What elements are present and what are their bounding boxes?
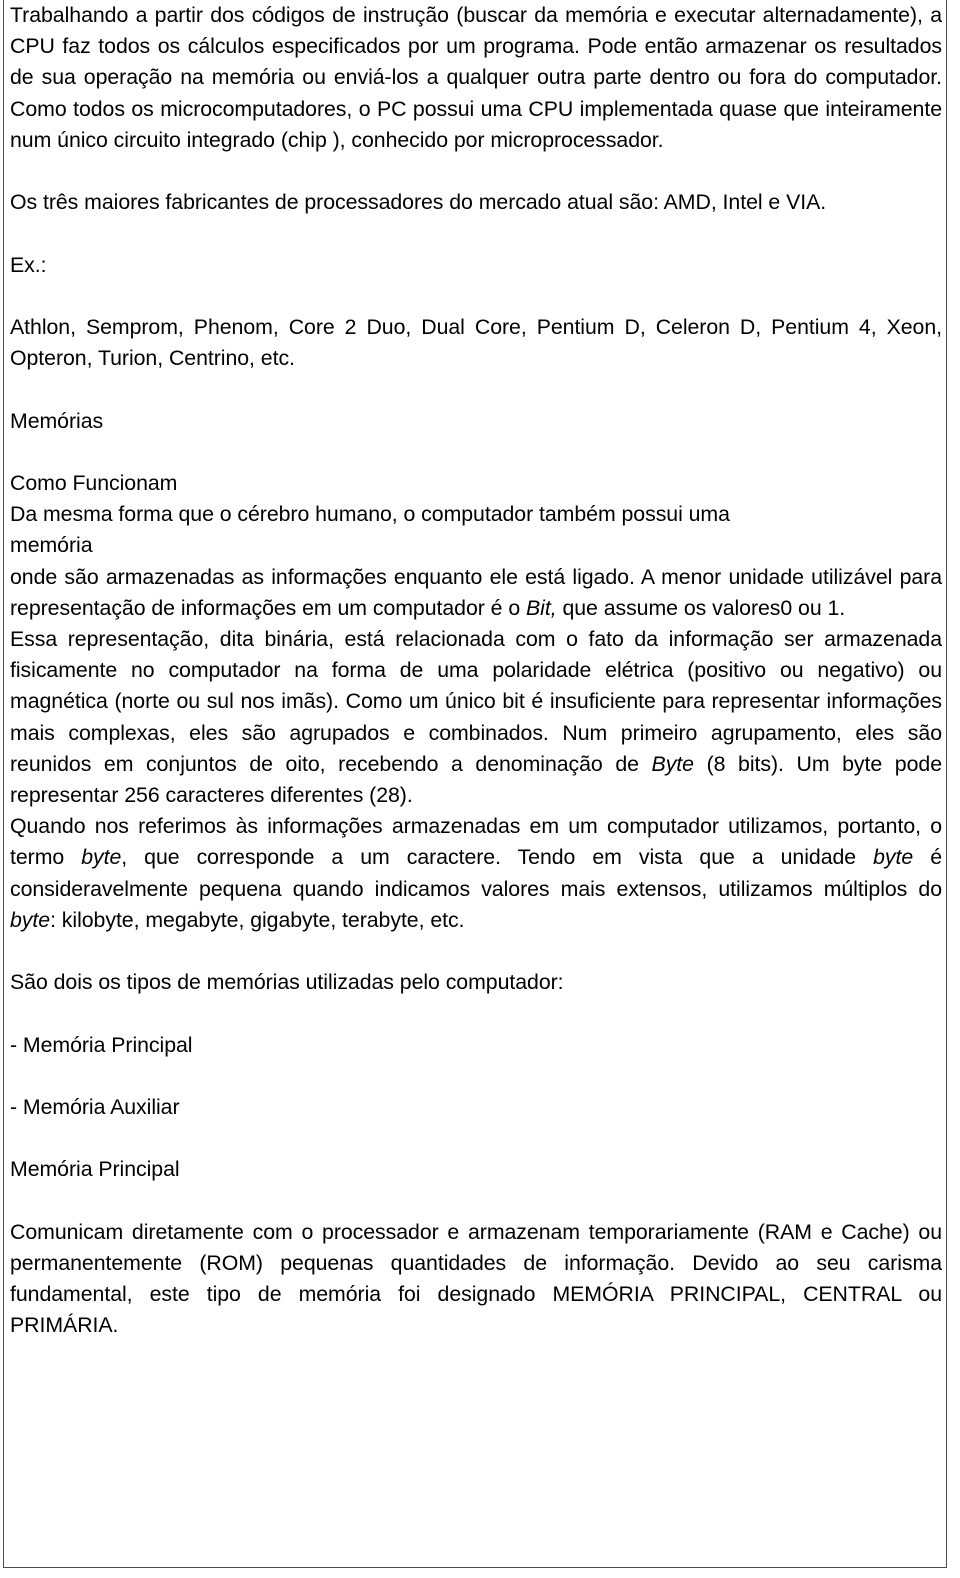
paragraph-memoria-word: memória <box>10 533 93 558</box>
text-run: : kilobyte, megabyte, gigabyte, terabyte… <box>50 907 465 932</box>
list-item-memoria-auxiliar: - Memória Auxiliar <box>10 1094 180 1119</box>
text-run: , que corresponde a um caractere. Tendo … <box>121 845 874 870</box>
paragraph-bit-definicao: onde são armazenadas as informações enqu… <box>10 562 942 624</box>
paragraph-exemplo-label: Ex.: <box>10 252 47 277</box>
heading-como-funcionam: Como Funcionam <box>10 470 178 495</box>
paragraph-memoria-cerebro: Da mesma forma que o cérebro humano, o c… <box>10 502 730 527</box>
paragraph-memoria-principal-descricao: Comunicam diretamente com o processador … <box>10 1219 954 1338</box>
paragraph-byte-multiplos: Quando nos referimos às informações arma… <box>10 811 942 936</box>
emphasis-byte: byte <box>10 907 51 932</box>
text-run: que assume os valores0 ou 1. <box>556 595 846 620</box>
emphasis-bit: Bit, <box>526 595 557 620</box>
heading-memoria-principal: Memória Principal <box>10 1157 180 1182</box>
document-page: Trabalhando a partir dos códigos de inst… <box>0 0 960 1578</box>
paragraph-fabricantes: Os três maiores fabricantes de processad… <box>10 190 827 215</box>
paragraph-representacao-binaria: Essa representação, dita binária, está r… <box>10 624 942 811</box>
paragraph-cpu-intro: Trabalhando a partir dos códigos de inst… <box>10 3 942 152</box>
emphasis-byte: byte <box>81 845 122 870</box>
list-item-memoria-principal: - Memória Principal <box>10 1032 193 1057</box>
emphasis-byte: byte <box>873 845 914 870</box>
paragraph-tipos-memoria-intro: São dois os tipos de memórias utilizadas… <box>10 970 564 995</box>
paragraph-exemplo-lista: Athlon, Semprom, Phenom, Core 2 Duo, Dua… <box>10 314 942 371</box>
heading-memorias: Memórias <box>10 408 104 433</box>
document-text-body: Trabalhando a partir dos códigos de inst… <box>10 0 942 1342</box>
emphasis-byte: Byte <box>651 751 694 776</box>
